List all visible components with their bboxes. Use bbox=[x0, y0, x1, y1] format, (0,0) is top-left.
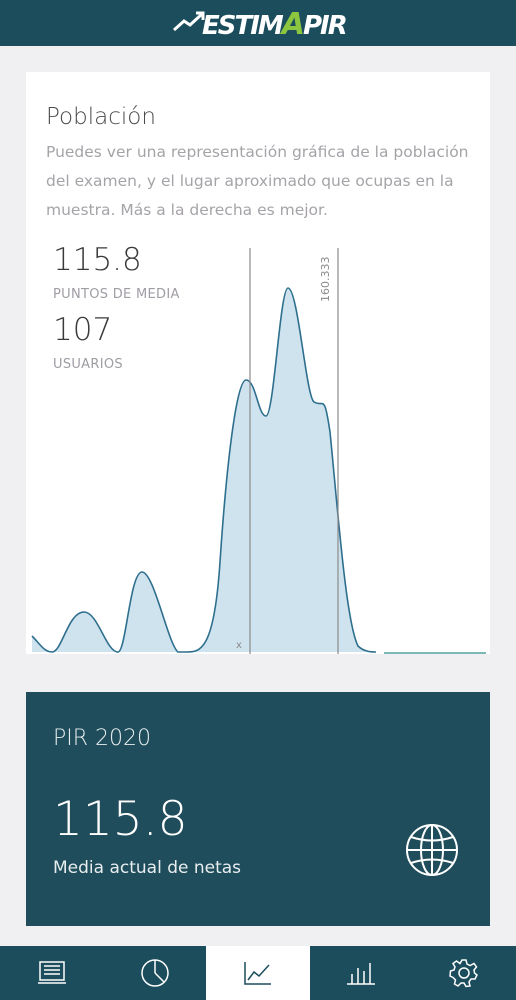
pir-summary-card: PIR 2020 115.8 Media actual de netas bbox=[26, 692, 490, 926]
population-title: Población bbox=[46, 104, 156, 130]
logo-arrow-icon bbox=[172, 11, 205, 32]
top-bar: ESTIMAPIR bbox=[0, 0, 516, 46]
gear-icon bbox=[449, 959, 479, 988]
pie-chart-icon bbox=[141, 959, 169, 987]
nav-pie[interactable] bbox=[103, 946, 206, 1000]
users-count-label: USUARIOS bbox=[53, 357, 123, 372]
nav-settings[interactable] bbox=[413, 946, 516, 1000]
pir-subtitle: Media actual de netas bbox=[53, 858, 242, 878]
mean-points-label: PUNTOS DE MEDIA bbox=[53, 287, 180, 302]
app-logo[interactable]: ESTIMAPIR bbox=[172, 6, 348, 42]
mean-marker-x: x bbox=[236, 640, 242, 651]
mean-points-value: 115.8 bbox=[53, 242, 142, 278]
nav-line[interactable] bbox=[206, 946, 310, 1000]
pir-value: 115.8 bbox=[53, 792, 188, 847]
pir-title: PIR 2020 bbox=[53, 726, 152, 751]
population-card: Población Puedes ver una representación … bbox=[26, 72, 490, 654]
logo-text-pir: PIR bbox=[303, 11, 348, 41]
users-count-value: 107 bbox=[53, 312, 113, 348]
logo-text-estim: ESTIM bbox=[202, 11, 284, 41]
globe-icon[interactable] bbox=[404, 822, 460, 878]
bottom-nav bbox=[0, 946, 516, 1000]
nav-bar[interactable] bbox=[310, 946, 413, 1000]
news-icon bbox=[37, 961, 66, 984]
line-chart-icon bbox=[244, 962, 271, 985]
max-marker-label: 160.333 bbox=[319, 257, 332, 303]
population-description: Puedes ver una representación gráfica de… bbox=[46, 143, 469, 219]
bar-chart-icon bbox=[347, 963, 376, 985]
nav-news[interactable] bbox=[0, 946, 103, 1000]
logo-text-a: A bbox=[281, 7, 305, 42]
logo-text: ESTIMAPIR bbox=[202, 7, 348, 42]
